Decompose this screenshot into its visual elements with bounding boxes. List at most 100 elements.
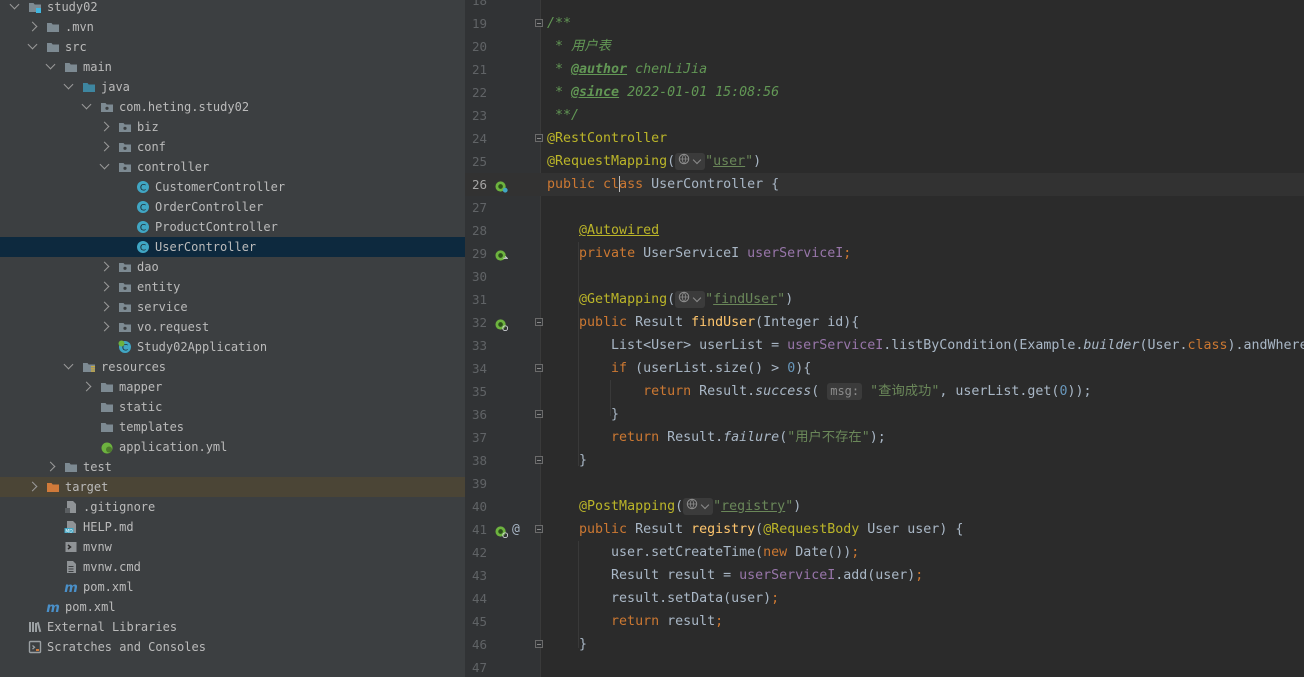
- tree-item-label: service: [137, 300, 188, 314]
- tree-item-help-md[interactable]: MD HELP.md: [0, 517, 465, 537]
- code-line-22[interactable]: 22 * @since 2022-01-01 15:08:56: [465, 81, 1304, 104]
- tree-item-dao[interactable]: dao: [0, 257, 465, 277]
- expand-arrow-icon[interactable]: [99, 261, 110, 272]
- expand-arrow-icon[interactable]: [99, 301, 110, 312]
- tree-item-conf[interactable]: conf: [0, 137, 465, 157]
- tree-item-resources[interactable]: resources: [0, 357, 465, 377]
- tree-item-main[interactable]: main: [0, 57, 465, 77]
- expand-arrow-icon[interactable]: [45, 461, 56, 472]
- tree-item-entity[interactable]: entity: [0, 277, 465, 297]
- collapse-arrow-icon[interactable]: [81, 99, 92, 110]
- tree-item-mvn[interactable]: .mvn: [0, 17, 465, 37]
- tree-item-com-heting-study02[interactable]: com.heting.study02: [0, 97, 465, 117]
- fold-marker-icon[interactable]: [535, 456, 543, 464]
- tree-item-mvnw[interactable]: mvnw: [0, 537, 465, 557]
- expand-arrow-icon[interactable]: [99, 321, 110, 332]
- tree-item-study02application[interactable]: C Study02Application: [0, 337, 465, 357]
- tree-item-vo-request[interactable]: vo.request: [0, 317, 465, 337]
- tree-item-gitignore[interactable]: .gitignore: [0, 497, 465, 517]
- tree-item-target[interactable]: target: [0, 477, 465, 497]
- tree-item-mvnw-cmd[interactable]: mvnw.cmd: [0, 557, 465, 577]
- tree-item-biz[interactable]: biz: [0, 117, 465, 137]
- bean-icon[interactable]: [495, 178, 508, 193]
- code-line-25[interactable]: 25 @RequestMapping("user"): [465, 150, 1304, 173]
- code-line-39[interactable]: 39: [465, 472, 1304, 495]
- fold-marker-icon[interactable]: [535, 364, 543, 372]
- autowired-icon[interactable]: [495, 247, 509, 261]
- tree-item-scratches-and-consoles[interactable]: Scratches and Consoles: [0, 637, 465, 657]
- expand-arrow-icon[interactable]: [99, 281, 110, 292]
- tree-item-mapper[interactable]: mapper: [0, 377, 465, 397]
- code-line-45[interactable]: 45 return result;: [465, 610, 1304, 633]
- tree-item-static[interactable]: static: [0, 397, 465, 417]
- collapse-arrow-icon[interactable]: [99, 159, 110, 170]
- code-line-46[interactable]: 46 }: [465, 633, 1304, 656]
- code-line-29[interactable]: 29 private UserServiceI userServiceI;: [465, 242, 1304, 265]
- code-line-34[interactable]: 34 if (userList.size() > 0){: [465, 357, 1304, 380]
- code-line-44[interactable]: 44 result.setData(user);: [465, 587, 1304, 610]
- tree-item-study02[interactable]: study02: [0, 0, 465, 17]
- url-inlay-hint[interactable]: [683, 498, 714, 515]
- collapse-arrow-icon[interactable]: [63, 359, 74, 370]
- expand-arrow-icon[interactable]: [99, 121, 110, 132]
- fold-marker-icon[interactable]: [535, 19, 543, 27]
- code-line-21[interactable]: 21 * @author chenLiJia: [465, 58, 1304, 81]
- code-line-42[interactable]: 42 user.setCreateTime(new Date());: [465, 541, 1304, 564]
- tree-item-test[interactable]: test: [0, 457, 465, 477]
- code-line-26[interactable]: 26 public class UserController {: [465, 173, 1304, 196]
- fold-marker-icon[interactable]: [535, 525, 543, 533]
- expand-arrow-icon[interactable]: [81, 381, 92, 392]
- code-line-18[interactable]: 18: [465, 0, 1304, 12]
- expand-arrow-icon[interactable]: [27, 481, 38, 492]
- text-file-icon: [64, 560, 78, 574]
- code-text: }: [547, 633, 587, 656]
- code-line-32[interactable]: 32 public Result findUser(Integer id){: [465, 311, 1304, 334]
- url-inlay-hint[interactable]: [675, 291, 706, 308]
- request-body-marker-icon[interactable]: @: [512, 518, 525, 537]
- code-line-23[interactable]: 23 **/: [465, 104, 1304, 127]
- code-line-33[interactable]: 33 List<User> userList = userServiceI.li…: [465, 334, 1304, 357]
- tree-item-application-yml[interactable]: application.yml: [0, 437, 465, 457]
- endpoint-icon[interactable]: [495, 523, 509, 539]
- tree-item-controller[interactable]: controller: [0, 157, 465, 177]
- code-line-28[interactable]: 28 @Autowired: [465, 219, 1304, 242]
- fold-marker-icon[interactable]: [535, 318, 543, 326]
- code-line-30[interactable]: 30: [465, 265, 1304, 288]
- code-line-31[interactable]: 31 @GetMapping("findUser"): [465, 288, 1304, 311]
- tree-item-templates[interactable]: templates: [0, 417, 465, 437]
- tree-item-src[interactable]: src: [0, 37, 465, 57]
- code-line-24[interactable]: 24 @RestController: [465, 127, 1304, 150]
- collapse-arrow-icon[interactable]: [9, 0, 20, 10]
- fold-marker-icon[interactable]: [535, 640, 543, 648]
- tree-item-java[interactable]: java: [0, 77, 465, 97]
- tree-item-pom-xml[interactable]: m pom.xml: [0, 577, 465, 597]
- fold-marker-icon[interactable]: [535, 134, 543, 142]
- tree-item-usercontroller[interactable]: C UserController: [0, 237, 465, 257]
- expand-arrow-icon[interactable]: [99, 141, 110, 152]
- tree-item-external-libraries[interactable]: External Libraries: [0, 617, 465, 637]
- code-line-40[interactable]: 40 @PostMapping("registry"): [465, 495, 1304, 518]
- collapse-arrow-icon[interactable]: [45, 59, 56, 70]
- code-line-27[interactable]: 27: [465, 196, 1304, 219]
- code-line-36[interactable]: 36 }: [465, 403, 1304, 426]
- tree-item-productcontroller[interactable]: C ProductController: [0, 217, 465, 237]
- code-line-38[interactable]: 38 }: [465, 449, 1304, 472]
- expand-arrow-icon[interactable]: [27, 21, 38, 32]
- tree-item-ordercontroller[interactable]: C OrderController: [0, 197, 465, 217]
- tree-item-pom-xml[interactable]: m pom.xml: [0, 597, 465, 617]
- collapse-arrow-icon[interactable]: [63, 79, 74, 90]
- fold-marker-icon[interactable]: [535, 410, 543, 418]
- tree-item-customercontroller[interactable]: C CustomerController: [0, 177, 465, 197]
- code-line-20[interactable]: 20 * 用户表: [465, 35, 1304, 58]
- code-line-35[interactable]: 35 return Result.success( msg: "查询成功", u…: [465, 380, 1304, 403]
- endpoint-icon[interactable]: [495, 316, 509, 332]
- code-line-19[interactable]: 19 /**: [465, 12, 1304, 35]
- url-inlay-hint[interactable]: [675, 153, 706, 170]
- code-line-41[interactable]: 41 @ public Result registry(@RequestBody …: [465, 518, 1304, 541]
- code-editor[interactable]: 18 19/** 20 * 用户表 21 * @author chenLiJia 22 …: [465, 0, 1304, 677]
- tree-item-service[interactable]: service: [0, 297, 465, 317]
- collapse-arrow-icon[interactable]: [27, 39, 38, 50]
- code-line-47[interactable]: 47: [465, 656, 1304, 677]
- code-line-43[interactable]: 43 Result result = userServiceI.add(user…: [465, 564, 1304, 587]
- code-line-37[interactable]: 37 return Result.failure("用户不存在");: [465, 426, 1304, 449]
